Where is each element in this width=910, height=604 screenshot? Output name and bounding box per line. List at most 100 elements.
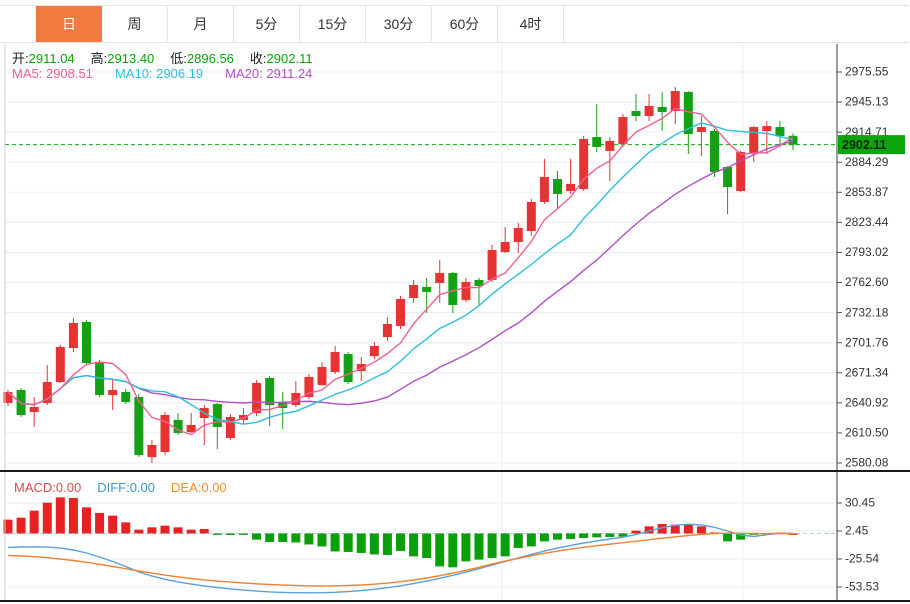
candle [108, 390, 117, 395]
macd-bar [527, 533, 536, 546]
macd-tick-label: 30.45 [845, 496, 875, 510]
macd-bar [318, 533, 327, 546]
open-label: 开: [12, 51, 29, 66]
candle [30, 407, 39, 412]
macd-bar [213, 533, 222, 534]
macd-bar [566, 533, 575, 539]
candle [318, 367, 327, 385]
candle [82, 322, 91, 363]
price-tick-label: 2610.50 [845, 426, 889, 440]
macd-tick-label: -25.54 [845, 552, 879, 566]
price-tick-label: 2732.18 [845, 305, 889, 319]
macd-bar [331, 533, 340, 551]
candle [501, 242, 510, 252]
current-price-tag-text: 2902.11 [842, 138, 887, 152]
candle [579, 139, 588, 189]
macd-bar [605, 533, 614, 537]
candle [723, 167, 732, 187]
macd-bar [108, 516, 117, 534]
ma-info: MA5: 2908.51MA10: 2906.19MA20: 2911.24 [12, 66, 334, 81]
macd-legend: MACD:0.00 [14, 480, 81, 495]
ma5-line [8, 108, 793, 434]
candle [396, 299, 405, 326]
candle [265, 378, 274, 405]
price-tick-label: 2853.87 [845, 185, 889, 199]
candle [121, 392, 130, 402]
candle [252, 383, 261, 413]
macd-bar [723, 533, 732, 541]
ohlc-info: 开:2911.04高:2913.40低:2896.56收:2902.11 [12, 48, 329, 67]
macd-bar [697, 526, 706, 533]
high-label: 高: [91, 51, 108, 66]
candle [344, 354, 353, 382]
macd-bar [592, 533, 601, 537]
high-value: 2913.40 [107, 51, 154, 66]
diff-legend: DIFF:0.00 [97, 480, 155, 495]
macd-bar [553, 533, 562, 539]
ma20-line [8, 142, 793, 405]
close-label: 收: [250, 51, 267, 66]
candle [645, 106, 654, 116]
price-tick-label: 2701.76 [845, 335, 889, 349]
macd-bar [56, 497, 65, 533]
macd-info: MACD:0.00DIFF:0.00DEA:0.00 [14, 480, 243, 495]
macd-tick-label: 2.45 [845, 524, 869, 538]
candle [304, 377, 313, 397]
macd-bar [488, 533, 497, 558]
macd-bar [43, 503, 52, 534]
macd-bar [475, 533, 484, 559]
candle [383, 324, 392, 337]
price-tick-label: 2762.60 [845, 275, 889, 289]
open-value: 2911.04 [29, 51, 75, 66]
candle [736, 152, 745, 191]
macd-bar [344, 533, 353, 552]
candle [461, 282, 470, 300]
candle [710, 131, 719, 172]
candle [488, 250, 497, 280]
macd-bar [396, 533, 405, 551]
macd-bar [448, 533, 457, 567]
ma5-legend: MA5: 2908.51 [12, 66, 93, 81]
candle [762, 126, 771, 131]
candle [331, 352, 340, 372]
macd-bar [579, 533, 588, 538]
bottom-border [0, 600, 910, 602]
price-tick-label: 2975.55 [845, 65, 889, 79]
macd-bar [147, 527, 156, 533]
macd-bar [161, 526, 170, 534]
macd-bar [291, 533, 300, 542]
macd-bar [69, 498, 78, 534]
macd-bar [383, 533, 392, 555]
macd-bar [239, 533, 248, 534]
candle [213, 404, 222, 427]
macd-bar [370, 533, 379, 554]
macd-bar [357, 533, 366, 553]
candle [658, 107, 667, 112]
candle [448, 273, 457, 305]
candle [514, 228, 523, 242]
price-tick-label: 2671.34 [845, 365, 889, 379]
macd-bar [684, 525, 693, 534]
macd-bar [226, 533, 235, 535]
candle [605, 141, 614, 151]
low-label: 低: [170, 51, 187, 66]
candle [147, 445, 156, 457]
macd-bar [121, 522, 130, 533]
macd-bar [409, 533, 418, 556]
macd-bar [187, 530, 196, 534]
macd-bar [17, 518, 26, 534]
macd-bar [95, 513, 104, 534]
chart-canvas[interactable]: 2975.552945.132914.712884.292853.872823.… [0, 0, 910, 604]
candle [566, 184, 575, 191]
candle [409, 285, 418, 298]
price-tick-label: 2793.02 [845, 245, 889, 259]
price-tick-label: 2823.44 [845, 215, 889, 229]
macd-bar [540, 533, 549, 541]
candle [69, 323, 78, 348]
price-tick-label: 2640.92 [845, 396, 889, 410]
candle [370, 346, 379, 356]
candle [435, 273, 444, 283]
macd-bar [514, 533, 523, 548]
candle [17, 390, 26, 415]
macd-bar [174, 527, 183, 533]
